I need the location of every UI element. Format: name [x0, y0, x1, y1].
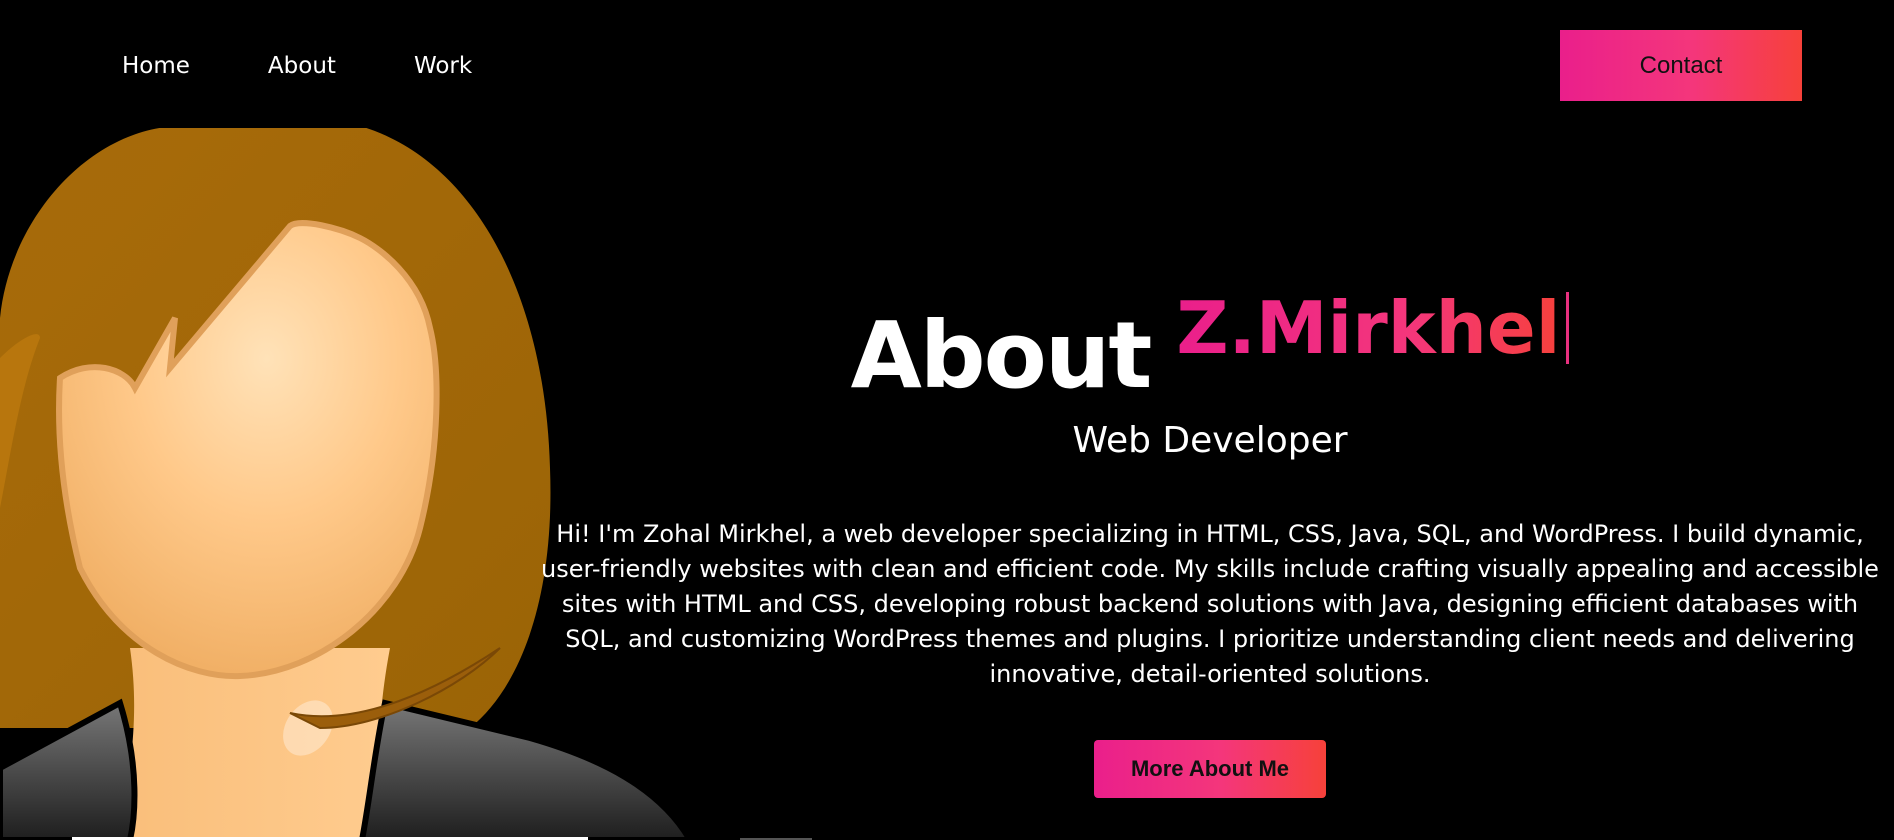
more-about-me-button[interactable]: More About Me [1094, 740, 1326, 798]
page-title: About Z.Mirkhel [540, 270, 1880, 402]
bio-paragraph: Hi! I'm Zohal Mirkhel, a web developer s… [541, 520, 1879, 688]
about-hero: About Z.Mirkhel Web Developer Hi! I'm Zo… [540, 270, 1880, 798]
about-page: Home About Work Contact About Z.Mirkhel … [0, 0, 1894, 840]
main-nav: Home About Work [122, 48, 550, 84]
nav-about-link[interactable]: About [268, 48, 336, 84]
subtitle: Web Developer [1072, 420, 1348, 461]
title-prefix: About [850, 302, 1153, 409]
contact-button[interactable]: Contact [1560, 30, 1802, 101]
nav-work-link[interactable]: Work [414, 48, 472, 84]
nav-home-link[interactable]: Home [122, 48, 190, 84]
title-name-typewriter: Z.Mirkhel [1176, 292, 1570, 364]
